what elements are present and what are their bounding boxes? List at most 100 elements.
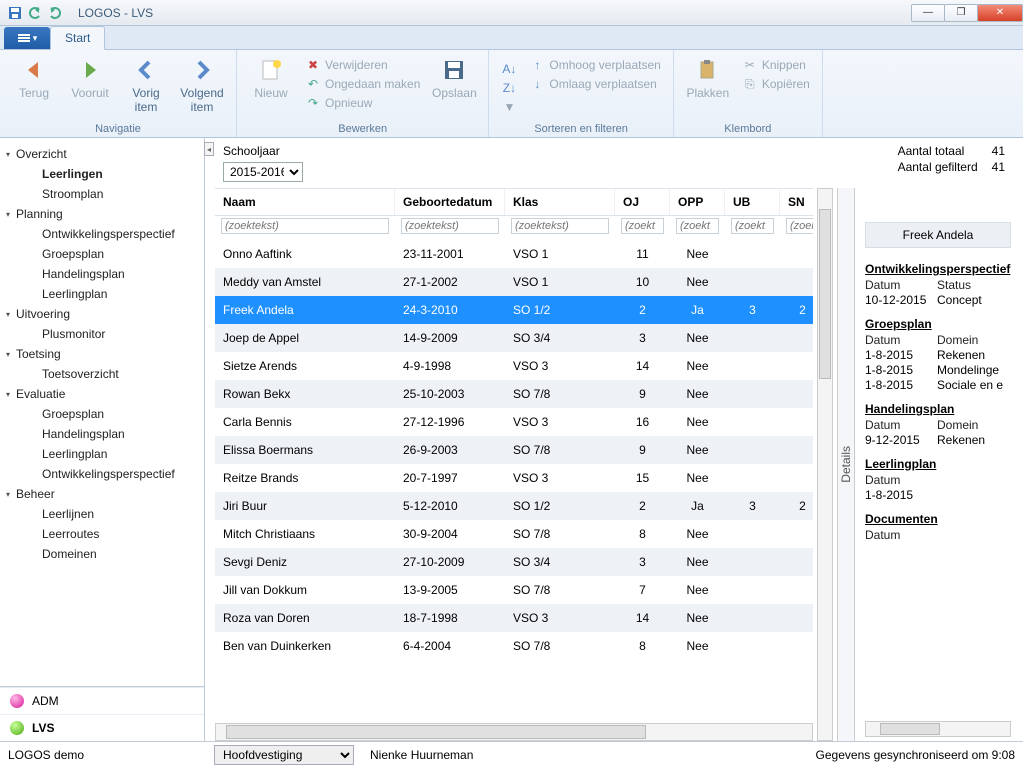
plakken-button[interactable]: Plakken xyxy=(684,56,732,100)
grid-h-scrollbar[interactable] xyxy=(215,723,813,741)
ongedaan-button[interactable]: ↶Ongedaan maken xyxy=(303,75,422,93)
sphere-icon xyxy=(10,721,24,735)
app-menu-button[interactable]: ▾ xyxy=(4,27,50,49)
table-row[interactable]: Freek Andela24-3-2010SO 1/22Ja32 xyxy=(215,296,813,324)
col-oj[interactable]: OJ xyxy=(615,189,670,215)
ribbon-tab-start[interactable]: Start xyxy=(50,26,105,50)
filter-button[interactable]: ▼ xyxy=(499,98,519,116)
nav-leerlingplan[interactable]: Leerlingplan xyxy=(4,284,200,304)
nav-domeinen[interactable]: Domeinen xyxy=(4,544,200,564)
close-button[interactable]: ✕ xyxy=(977,4,1023,22)
table-row[interactable]: Ben van Duinkerken6-4-2004SO 7/88Nee xyxy=(215,632,813,660)
table-row[interactable]: Jiri Buur5-12-2010SO 1/22Ja32 xyxy=(215,492,813,520)
filter-oj[interactable] xyxy=(621,218,664,234)
status-bar: LOGOS demo Hoofdvestiging Nienke Huurnem… xyxy=(0,741,1023,767)
vestiging-select[interactable]: Hoofdvestiging xyxy=(214,745,354,765)
details-h-scrollbar[interactable] xyxy=(865,721,1011,737)
table-row[interactable]: Jill van Dokkum13-9-2005SO 7/87Nee xyxy=(215,576,813,604)
sort-za-button[interactable]: Z↓ xyxy=(499,79,519,97)
grid-v-scrollbar[interactable] xyxy=(817,188,833,741)
verwijderen-button[interactable]: ✖Verwijderen xyxy=(303,56,422,74)
table-row[interactable]: Meddy van Amstel27-1-2002VSO 110Nee xyxy=(215,268,813,296)
nav-plusmonitor[interactable]: Plusmonitor xyxy=(4,324,200,344)
nav-stroomplan[interactable]: Stroomplan xyxy=(4,184,200,204)
knippen-button[interactable]: ✂Knippen xyxy=(740,56,812,74)
nieuw-button[interactable]: Nieuw xyxy=(247,56,295,100)
delete-icon: ✖ xyxy=(305,57,321,73)
ribbon-group-navigatie: Navigatie xyxy=(10,121,226,135)
collapse-sidebar-button[interactable]: ◂ xyxy=(204,142,214,156)
filter-opp[interactable] xyxy=(676,218,719,234)
filter-klas[interactable] xyxy=(511,218,609,234)
col-geboortedatum[interactable]: Geboortedatum xyxy=(395,189,505,215)
title-bar: LOGOS - LVS — ❐ ✕ xyxy=(0,0,1023,26)
grid-body: Onno Aaftink23-11-2001VSO 111NeeMeddy va… xyxy=(215,240,813,721)
nav-uitvoering[interactable]: Uitvoering xyxy=(4,304,200,324)
col-sn[interactable]: SN xyxy=(780,189,813,215)
table-row[interactable]: Mitch Christiaans30-9-2004SO 7/88Nee xyxy=(215,520,813,548)
module-lvs[interactable]: LVS xyxy=(0,714,204,741)
opslaan-button[interactable]: Opslaan xyxy=(430,56,478,100)
omhoog-button[interactable]: ↑Omhoog verplaatsen xyxy=(527,56,662,74)
table-row[interactable]: Carla Bennis27-12-1996VSO 316Nee xyxy=(215,408,813,436)
filter-naam[interactable] xyxy=(221,218,389,234)
filter-icon: ▼ xyxy=(501,99,517,115)
arrow-down-icon: ↓ xyxy=(529,76,545,92)
arrow-up-icon: ↑ xyxy=(529,57,545,73)
col-ub[interactable]: UB xyxy=(725,189,780,215)
table-row[interactable]: Joep de Appel14-9-2009SO 3/43Nee xyxy=(215,324,813,352)
nav-leerlingen[interactable]: Leerlingen xyxy=(4,164,200,184)
details-tab[interactable]: Details xyxy=(837,188,855,741)
nav-prev-item-button[interactable]: Vorig item xyxy=(122,56,170,114)
table-row[interactable]: Roza van Doren18-7-1998VSO 314Nee xyxy=(215,604,813,632)
maximize-button[interactable]: ❐ xyxy=(944,4,978,22)
nav-groepsplan[interactable]: Groepsplan xyxy=(4,244,200,264)
sidebar: Overzicht Leerlingen Stroomplan Planning… xyxy=(0,138,205,741)
nav-forward-button[interactable]: Vooruit xyxy=(66,56,114,100)
nav-eval-leerlingplan[interactable]: Leerlingplan xyxy=(4,444,200,464)
table-row[interactable]: Sietze Arends4-9-1998VSO 314Nee xyxy=(215,352,813,380)
table-row[interactable]: Sevgi Deniz27-10-2009SO 3/43Nee xyxy=(215,548,813,576)
nav-opp[interactable]: Ontwikkelingsperspectief xyxy=(4,224,200,244)
module-adm[interactable]: ADM xyxy=(0,687,204,714)
filter-geb[interactable] xyxy=(401,218,499,234)
filter-sn[interactable] xyxy=(786,218,813,234)
table-row[interactable]: Rowan Bekx25-10-2003SO 7/89Nee xyxy=(215,380,813,408)
nav-handelingsplan[interactable]: Handelingsplan xyxy=(4,264,200,284)
qat-undo-icon[interactable] xyxy=(26,4,44,22)
qat-redo-icon[interactable] xyxy=(46,4,64,22)
omlaag-button[interactable]: ↓Omlaag verplaatsen xyxy=(527,75,662,93)
nav-evaluatie[interactable]: Evaluatie xyxy=(4,384,200,404)
nav-eval-handelingsplan[interactable]: Handelingsplan xyxy=(4,424,200,444)
nav-next-item-button[interactable]: Volgend item xyxy=(178,56,226,114)
chevron-left-icon xyxy=(132,56,160,84)
window-title: LOGOS - LVS xyxy=(78,6,153,20)
redo-icon: ↷ xyxy=(305,95,321,111)
filter-ub[interactable] xyxy=(731,218,774,234)
table-row[interactable]: Reitze Brands20-7-1997VSO 315Nee xyxy=(215,464,813,492)
nav-eval-opp[interactable]: Ontwikkelingsperspectief xyxy=(4,464,200,484)
col-klas[interactable]: Klas xyxy=(505,189,615,215)
nav-back-button[interactable]: Terug xyxy=(10,56,58,100)
table-row[interactable]: Onno Aaftink23-11-2001VSO 111Nee xyxy=(215,240,813,268)
nav-overzicht[interactable]: Overzicht xyxy=(4,144,200,164)
kopieren-button[interactable]: ⎘Kopiëren xyxy=(740,75,812,93)
nav-leerroutes[interactable]: Leerroutes xyxy=(4,524,200,544)
ribbon-group-sorteren: Sorteren en filteren xyxy=(499,121,662,135)
sort-az-button[interactable]: A↓ xyxy=(499,60,519,78)
nav-planning[interactable]: Planning xyxy=(4,204,200,224)
opnieuw-button[interactable]: ↷Opnieuw xyxy=(303,94,422,112)
nav-beheer[interactable]: Beheer xyxy=(4,484,200,504)
col-naam[interactable]: Naam xyxy=(215,189,395,215)
schooljaar-select[interactable]: 2015-2016 xyxy=(223,162,303,182)
qat-save-icon[interactable] xyxy=(6,4,24,22)
nav-toetsoverzicht[interactable]: Toetsoverzicht xyxy=(4,364,200,384)
nav-toetsing[interactable]: Toetsing xyxy=(4,344,200,364)
chevron-right-icon xyxy=(188,56,216,84)
details-leerlingplan-title: Leerlingplan xyxy=(865,457,1011,471)
nav-leerlijnen[interactable]: Leerlijnen xyxy=(4,504,200,524)
table-row[interactable]: Elissa Boermans26-9-2003SO 7/89Nee xyxy=(215,436,813,464)
col-opp[interactable]: OPP xyxy=(670,189,725,215)
minimize-button[interactable]: — xyxy=(911,4,945,22)
nav-eval-groepsplan[interactable]: Groepsplan xyxy=(4,404,200,424)
